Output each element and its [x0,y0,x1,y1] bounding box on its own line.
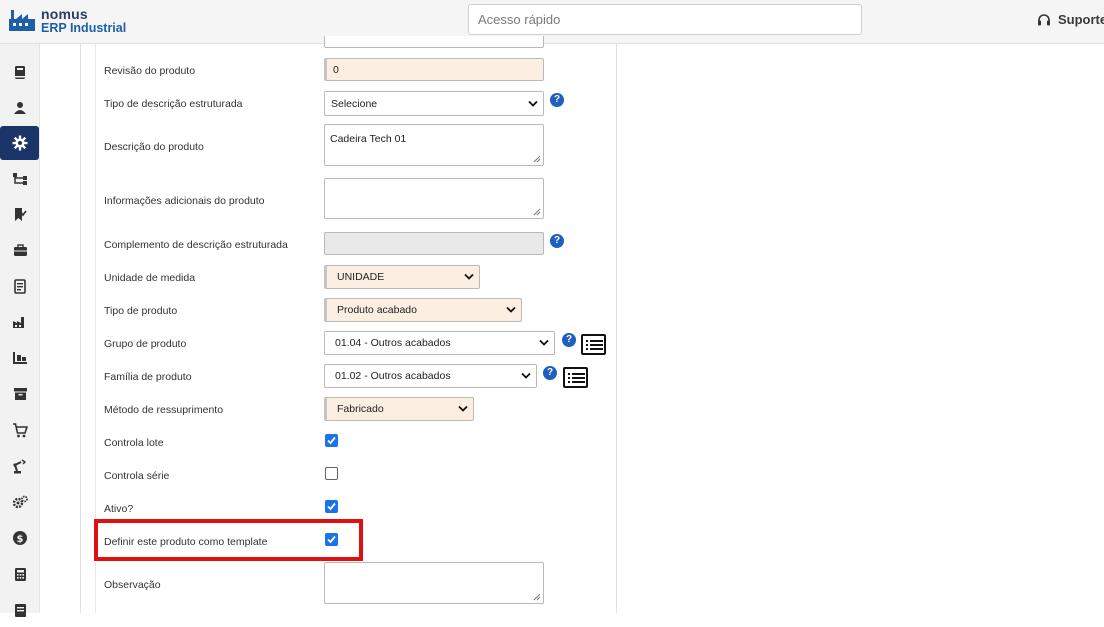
chevron-down-icon [528,100,538,107]
sidebar-item-report[interactable] [0,593,40,627]
headset-icon [1038,13,1050,25]
familia-value: 01.02 - Outros acabados [335,370,451,382]
help-icon[interactable]: ? [550,93,564,107]
metodo-value: Fabricado [337,403,384,415]
chevron-down-icon [521,372,531,379]
sidebar-item-pallet[interactable] [0,341,40,375]
label-descricao: Descrição do produto [104,141,204,153]
sidebar-item-cart[interactable] [0,413,40,447]
help-icon[interactable]: ? [562,333,576,347]
chevron-down-icon [464,273,474,280]
briefcase-icon [13,243,27,256]
sidebar-item-archive[interactable] [0,377,40,411]
unidade-select[interactable]: UNIDADE [324,265,480,289]
controla-serie-checkbox[interactable] [325,467,338,480]
report-icon [14,603,26,617]
pallet-icon [13,352,27,364]
calculator-icon [14,567,26,581]
grupo-select[interactable]: 01.04 - Outros acabados [324,331,555,355]
gear-icon [12,135,27,151]
sidebar-item-bookmark[interactable] [0,197,40,231]
archive-icon [13,388,27,400]
familia-list-button[interactable] [563,367,588,388]
label-info-adicionais: Informações adicionais do produto [104,195,265,207]
factory-icon [13,317,24,328]
sidebar-item-book[interactable] [0,55,40,89]
nomus-logo[interactable]: nomus ERP Industrial [8,5,128,39]
help-icon[interactable]: ? [543,366,557,380]
label-grupo: Grupo de produto [104,338,187,350]
label-complemento: Complemento de descrição estruturada [104,239,288,251]
logo-text-erp: ERP Industrial [41,21,127,35]
resize-handle-icon[interactable] [533,155,541,163]
chevron-down-icon [506,306,516,313]
resize-handle-icon[interactable] [533,208,541,216]
ativo-checkbox[interactable] [325,500,338,513]
book-icon [15,65,25,79]
grupo-value: 01.04 - Outros acabados [335,337,451,349]
help-icon[interactable]: ? [550,234,564,248]
top-header: nomus ERP Industrial Suporte [0,0,1104,44]
sidebar-item-hierarchy[interactable] [0,162,40,196]
sidebar-item-briefcase[interactable] [0,233,40,267]
label-observacao: Observação [104,579,161,591]
label-tipo-produto: Tipo de produto [104,305,178,317]
gears-icon [12,495,28,508]
robot-arm-icon [13,458,27,473]
dollar-icon: $ [13,531,27,545]
checkmark-icon [327,502,336,511]
observacao-textarea[interactable] [324,562,544,604]
sidebar-item-document[interactable] [0,269,40,303]
revisao-value: 0 [333,63,339,76]
grupo-list-button[interactable] [581,334,606,355]
document-icon [14,278,26,294]
sidebar-item-user[interactable] [0,91,40,125]
sidebar-item-robot-arm[interactable] [0,449,40,483]
revisao-input[interactable]: 0 [324,58,544,81]
support-link[interactable]: Suporte [1037,12,1104,27]
sidebar-item-factory[interactable] [0,305,40,339]
tipo-produto-value: Produto acabado [337,304,417,316]
label-metodo: Método de ressuprimento [104,404,224,416]
label-familia: Família de produto [104,371,192,383]
sidebar-item-gears[interactable] [0,485,40,519]
sidebar: $ [0,44,40,617]
sidebar-item-finance[interactable]: $ [0,521,40,555]
descricao-textarea[interactable]: Cadeira Tech 01 [324,124,544,166]
tipo-produto-select[interactable]: Produto acabado [324,298,522,322]
label-unidade: Unidade de medida [104,272,196,284]
bookmark-check-icon [15,207,27,221]
info-adicionais-textarea[interactable] [324,178,544,219]
svg-text:$: $ [17,534,24,545]
controla-lote-checkbox[interactable] [325,434,338,447]
template-highlight-box [94,519,363,561]
sidebar-item-calculator[interactable] [0,557,40,591]
unidade-value: UNIDADE [337,271,385,283]
checkmark-icon [327,436,336,445]
previous-field-partial[interactable] [324,36,544,48]
resize-handle-icon[interactable] [533,593,541,601]
chevron-down-icon [458,405,468,412]
label-ativo: Ativo? [104,503,134,515]
metodo-select[interactable]: Fabricado [324,397,474,421]
descricao-value: Cadeira Tech 01 [330,133,407,145]
label-tipo-descricao: Tipo de descrição estruturada [104,98,243,110]
complemento-input-disabled [324,232,544,255]
tipo-descricao-value: Selecione [331,97,378,110]
label-controla-serie: Controla série [104,470,170,482]
chevron-down-icon [539,339,549,346]
user-icon [14,102,26,114]
cart-icon [13,422,28,437]
label-controla-lote: Controla lote [104,437,164,449]
logo-text-nomus: nomus [41,6,88,22]
support-label: Suporte [1058,12,1104,27]
sidebar-item-settings[interactable] [0,126,39,160]
hierarchy-icon [13,173,27,185]
tipo-descricao-select[interactable]: Selecione [324,91,544,116]
factory-logo-icon [9,10,35,31]
label-revisao: Revisão do produto [104,65,196,77]
familia-select[interactable]: 01.02 - Outros acabados [324,364,537,388]
quick-access-search-input[interactable] [468,4,862,35]
